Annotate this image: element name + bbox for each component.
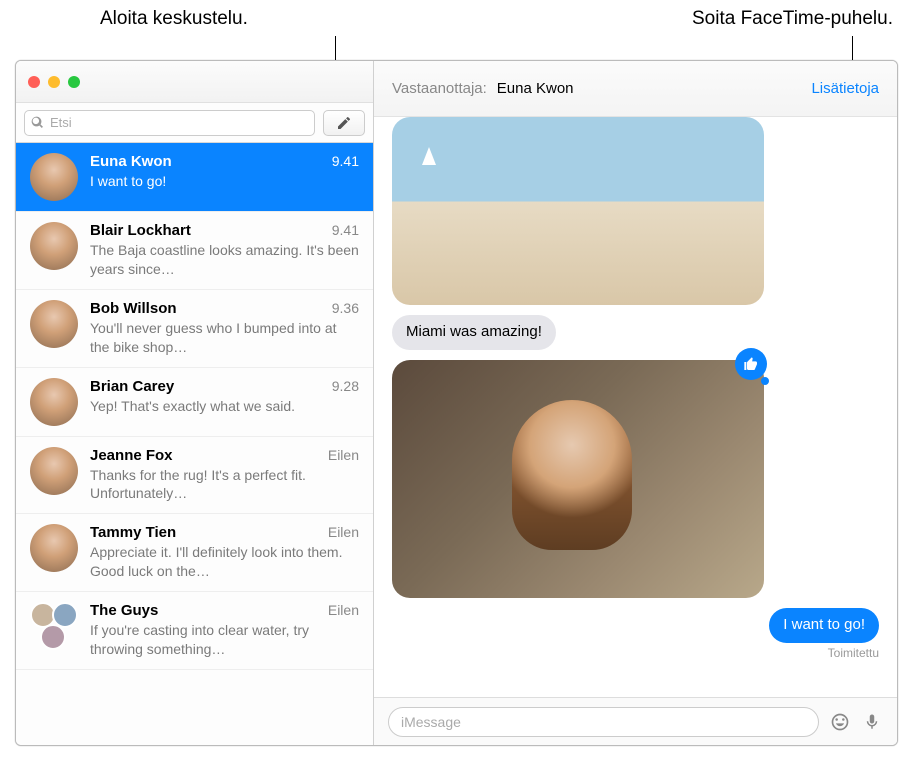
callout-facetime: Soita FaceTime-puhelu. [692,8,893,30]
message-input-placeholder: iMessage [401,714,461,730]
avatar [30,153,78,201]
conversation-header: Vastaanottaja: Euna Kwon Lisätietoja [374,61,897,117]
conversation-row[interactable]: Euna Kwon 9.41 I want to go! [16,143,373,212]
avatar [30,222,78,270]
compose-button[interactable] [323,110,365,136]
conversation-time: 9.28 [332,378,359,394]
group-avatar [30,602,78,650]
message-composer: iMessage [374,697,897,745]
message-incoming-text[interactable]: Miami was amazing! [392,315,556,350]
message-incoming-image[interactable] [392,117,757,305]
compose-icon [336,115,352,131]
close-window-button[interactable] [28,76,40,88]
conversation-row[interactable]: Brian Carey 9.28 Yep! That's exactly what … [16,368,373,437]
avatar [30,378,78,426]
conversation-panel: Vastaanottaja: Euna Kwon Lisätietoja Mia… [374,61,897,745]
message-bubble: I want to go! [769,608,879,643]
avatar [30,447,78,495]
conversation-body: Jeanne Fox Eilen Thanks for the rug! It's … [90,447,359,504]
conversation-body: Blair Lockhart 9.41 The Baja coastline loo… [90,222,359,279]
search-icon [31,116,44,129]
thumbs-up-icon [743,356,759,372]
to-value: Euna Kwon [497,80,812,97]
conversation-name: Euna Kwon [90,153,172,170]
avatar [30,524,78,572]
messages-window: Etsi Euna Kwon 9.41 I want to go! Blair Loc… [15,60,898,746]
conversation-preview: Thanks for the rug! It's a perfect fit. … [90,466,359,504]
search-input[interactable]: Etsi [24,110,315,136]
avatar [30,300,78,348]
conversation-row[interactable]: Bob Willson 9.36 You'll never guess who I … [16,290,373,368]
conversation-time: Eilen [328,602,359,618]
smiley-icon [830,712,850,732]
microphone-icon [863,713,881,731]
delivery-status: Toimitettu [769,646,879,660]
conversation-name: Tammy Tien [90,524,176,541]
details-link[interactable]: Lisätietoja [811,80,879,97]
sidebar: Etsi Euna Kwon 9.41 I want to go! Blair Loc… [16,61,374,745]
conversation-row[interactable]: Jeanne Fox Eilen Thanks for the rug! It's … [16,437,373,515]
message-input[interactable]: iMessage [388,707,819,737]
conversation-list[interactable]: Euna Kwon 9.41 I want to go! Blair Lockhart… [16,143,373,745]
image-attachment[interactable] [392,360,764,598]
message-incoming-image[interactable] [392,360,757,598]
conversation-time: 9.41 [332,222,359,238]
conversation-name: Brian Carey [90,378,174,395]
beach-image-content [422,147,436,165]
titlebar [16,61,373,103]
conversation-name: Jeanne Fox [90,447,173,464]
conversation-row[interactable]: Blair Lockhart 9.41 The Baja coastline loo… [16,212,373,290]
conversation-name: Bob Willson [90,300,177,317]
conversation-body: Bob Willson 9.36 You'll never guess who I … [90,300,359,357]
sidebar-toolbar: Etsi [16,103,373,143]
callout-compose: Aloita keskustelu. [100,8,248,30]
conversation-preview: Yep! That's exactly what we said. [90,397,359,416]
conversation-name: Blair Lockhart [90,222,191,239]
conversation-body: Tammy Tien Eilen Appreciate it. I'll defin… [90,524,359,581]
conversation-preview: The Baja coastline looks amazing. It's b… [90,241,359,279]
image-attachment[interactable] [392,117,764,305]
conversation-row[interactable]: Tammy Tien Eilen Appreciate it. I'll defin… [16,514,373,592]
conversation-body: Euna Kwon 9.41 I want to go! [90,153,359,201]
tapback-like[interactable] [735,348,767,380]
conversation-name: The Guys [90,602,158,619]
audio-message-button[interactable] [861,711,883,733]
search-placeholder: Etsi [50,115,72,130]
conversation-preview: You'll never guess who I bumped into at … [90,319,359,357]
to-label: Vastaanottaja: [392,80,487,97]
conversation-body: Brian Carey 9.28 Yep! That's exactly what … [90,378,359,426]
message-outgoing-text[interactable]: I want to go! Toimitettu [769,608,879,660]
conversation-row[interactable]: The Guys Eilen If you're casting into clea… [16,592,373,670]
fullscreen-window-button[interactable] [68,76,80,88]
conversation-preview: Appreciate it. I'll definitely look into… [90,543,359,581]
conversation-time: 9.41 [332,153,359,169]
conversation-time: Eilen [328,524,359,540]
conversation-time: Eilen [328,447,359,463]
conversation-preview: If you're casting into clear water, try … [90,621,359,659]
minimize-window-button[interactable] [48,76,60,88]
conversation-preview: I want to go! [90,172,359,191]
message-bubble: Miami was amazing! [392,315,556,350]
conversation-body: The Guys Eilen If you're casting into clea… [90,602,359,659]
conversation-time: 9.36 [332,300,359,316]
emoji-button[interactable] [829,711,851,733]
message-thread[interactable]: Miami was amazing! I want to go! Toimite… [374,117,897,697]
window-controls [28,76,80,88]
